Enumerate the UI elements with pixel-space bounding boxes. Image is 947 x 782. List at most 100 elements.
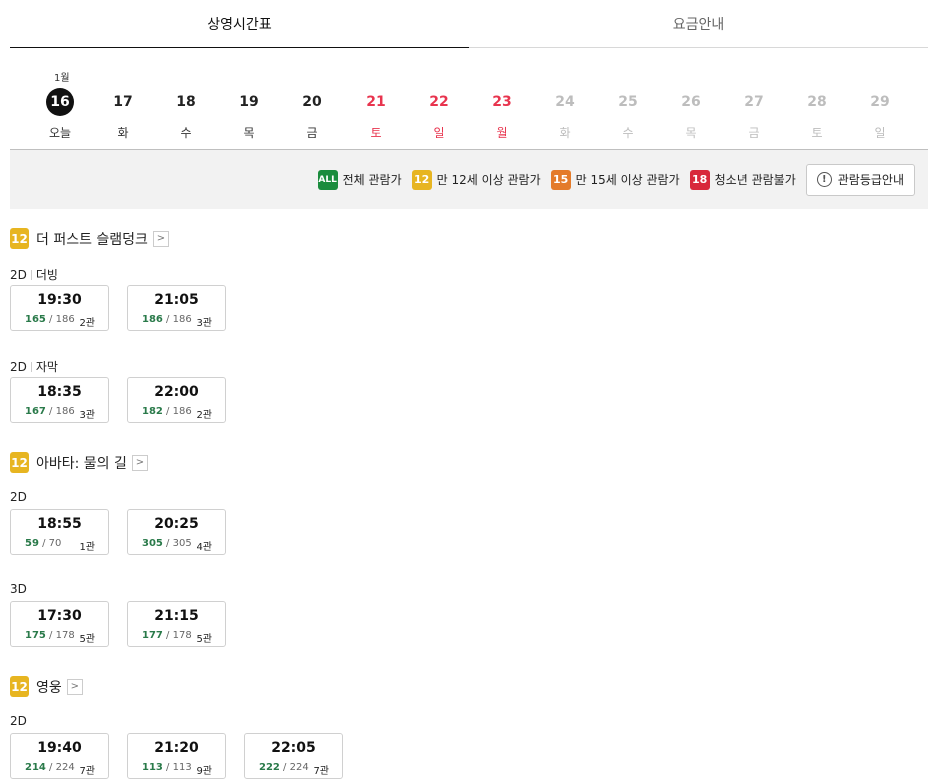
- rating-12-icon: 12: [10, 452, 29, 473]
- date-item-20[interactable]: 20 금: [292, 88, 332, 144]
- rating-all-icon: ALL: [317, 169, 338, 190]
- date-number: 18: [176, 94, 196, 110]
- tab-pricing[interactable]: 요금안내: [469, 0, 928, 48]
- date-item-24: 24 화: [545, 88, 585, 144]
- movie-title: 12 아바타: 물의 길 >: [10, 452, 148, 473]
- format-divider: [30, 269, 32, 280]
- date-number: 23: [492, 94, 512, 110]
- rating-legend-label: 청소년 관람불가: [714, 173, 796, 187]
- date-item-18[interactable]: 18 수: [166, 88, 206, 144]
- seat-count: 113 / 113: [142, 762, 192, 773]
- date-item-21[interactable]: 21 토: [356, 88, 396, 144]
- date-item-25: 25 수: [608, 88, 648, 144]
- date-item-26: 26 목: [671, 88, 711, 144]
- showtime-slot[interactable]: 21:20 113 / 113 9관: [127, 733, 226, 779]
- rating-12-icon: 12: [10, 228, 29, 249]
- date-item-23[interactable]: 23 월: [482, 88, 522, 144]
- hall-label: 7관: [313, 766, 329, 777]
- showtime-slot[interactable]: 19:30 165 / 186 2관: [10, 285, 109, 331]
- date-weekday: 일: [433, 126, 445, 140]
- info-icon: !: [816, 172, 832, 187]
- hall-label: 2관: [79, 318, 95, 329]
- rating-legend-label: 만 12세 이상 관람가: [436, 173, 541, 187]
- chevron-right-icon[interactable]: >: [66, 678, 83, 695]
- schedule-tabs: 상영시간표 요금안내: [10, 0, 928, 48]
- date-item-28: 28 토: [797, 88, 837, 144]
- seats-separator: /: [162, 538, 173, 549]
- seats-total: 186: [172, 314, 192, 325]
- date-item-16[interactable]: 16 오늘: [40, 88, 80, 144]
- seats-available: 113: [142, 762, 163, 773]
- rating-18-icon: 18: [689, 169, 710, 190]
- seats-available: 214: [25, 762, 46, 773]
- seats-available: 175: [25, 630, 46, 641]
- seat-count: 222 / 224: [259, 762, 309, 773]
- movie-title-text[interactable]: 더 퍼스트 슬램덩크: [36, 229, 148, 249]
- seat-count: 59 / 70: [25, 538, 61, 549]
- seats-total: 224: [55, 762, 75, 773]
- showtime-slot[interactable]: 21:15 177 / 178 5관: [127, 601, 226, 647]
- screen-format: 2D 더빙: [10, 266, 58, 283]
- date-number: 21: [366, 94, 386, 110]
- showtime-slot[interactable]: 22:05 222 / 224 7관: [244, 733, 343, 779]
- seats-separator: /: [162, 630, 173, 641]
- format-type: 2D: [10, 714, 27, 728]
- format-type: 2D: [10, 359, 27, 374]
- date-number: 29: [870, 94, 890, 110]
- showtime-slot[interactable]: 19:40 214 / 224 7관: [10, 733, 109, 779]
- rating-guide-button[interactable]: ! 관람등급안내: [805, 163, 915, 196]
- showtime-time: 18:35: [37, 384, 82, 400]
- date-number: 20: [302, 94, 322, 110]
- seats-separator: /: [45, 406, 56, 417]
- movie-title-text[interactable]: 영웅: [36, 677, 62, 697]
- seat-count: 177 / 178: [142, 630, 192, 641]
- format-divider: [30, 361, 32, 372]
- showtime-slot[interactable]: 18:35 167 / 186 3관: [10, 377, 109, 423]
- rating-15-icon: 15: [550, 169, 571, 190]
- showtime-time: 21:20: [154, 740, 199, 756]
- seats-total: 113: [172, 762, 192, 773]
- showtime-time: 21:15: [154, 608, 199, 624]
- showtime-slot[interactable]: 20:25 305 / 305 4관: [127, 509, 226, 555]
- tab-showtimes[interactable]: 상영시간표: [10, 0, 469, 48]
- date-item-22[interactable]: 22 일: [419, 88, 459, 144]
- showtime-slot[interactable]: 22:00 182 / 186 2관: [127, 377, 226, 423]
- movie-title: 12 더 퍼스트 슬램덩크 >: [10, 228, 169, 249]
- seats-separator: /: [45, 762, 56, 773]
- date-number: 22: [429, 94, 449, 110]
- hall-label: 3관: [196, 318, 212, 329]
- date-number: 17: [113, 94, 133, 110]
- date-weekday: 토: [370, 126, 382, 140]
- showtime-slot[interactable]: 17:30 175 / 178 5관: [10, 601, 109, 647]
- hall-label: 9관: [196, 766, 212, 777]
- showtime-time: 20:25: [154, 516, 199, 532]
- seats-available: 59: [25, 538, 39, 549]
- showtime-time: 22:05: [271, 740, 316, 756]
- rating-legend-15: 15 만 15세 이상 관람가: [550, 169, 680, 190]
- date-weekday: 일: [874, 126, 886, 140]
- seats-available: 222: [259, 762, 280, 773]
- seats-total: 186: [172, 406, 192, 417]
- date-item-19[interactable]: 19 목: [229, 88, 269, 144]
- hall-label: 2관: [196, 410, 212, 421]
- seats-separator: /: [38, 538, 49, 549]
- date-weekday: 수: [622, 126, 634, 140]
- rating-legend-all: ALL 전체 관람가: [317, 169, 402, 190]
- chevron-right-icon[interactable]: >: [131, 454, 148, 471]
- date-number: 19: [239, 94, 259, 110]
- movie-title-text[interactable]: 아바타: 물의 길: [36, 453, 127, 473]
- chevron-right-icon[interactable]: >: [152, 230, 169, 247]
- seats-separator: /: [162, 406, 173, 417]
- seat-count: 305 / 305: [142, 538, 192, 549]
- showtime-time: 18:55: [37, 516, 82, 532]
- showtime-time: 19:30: [37, 292, 82, 308]
- rating-legend-label: 만 15세 이상 관람가: [575, 173, 680, 187]
- seats-total: 186: [55, 314, 75, 325]
- seats-total: 178: [55, 630, 75, 641]
- showtime-time: 21:05: [154, 292, 199, 308]
- rating-12-icon: 12: [10, 676, 29, 697]
- showtime-slot[interactable]: 18:55 59 / 70 1관: [10, 509, 109, 555]
- showtime-slot[interactable]: 21:05 186 / 186 3관: [127, 285, 226, 331]
- seats-available: 177: [142, 630, 163, 641]
- date-item-17[interactable]: 17 화: [103, 88, 143, 144]
